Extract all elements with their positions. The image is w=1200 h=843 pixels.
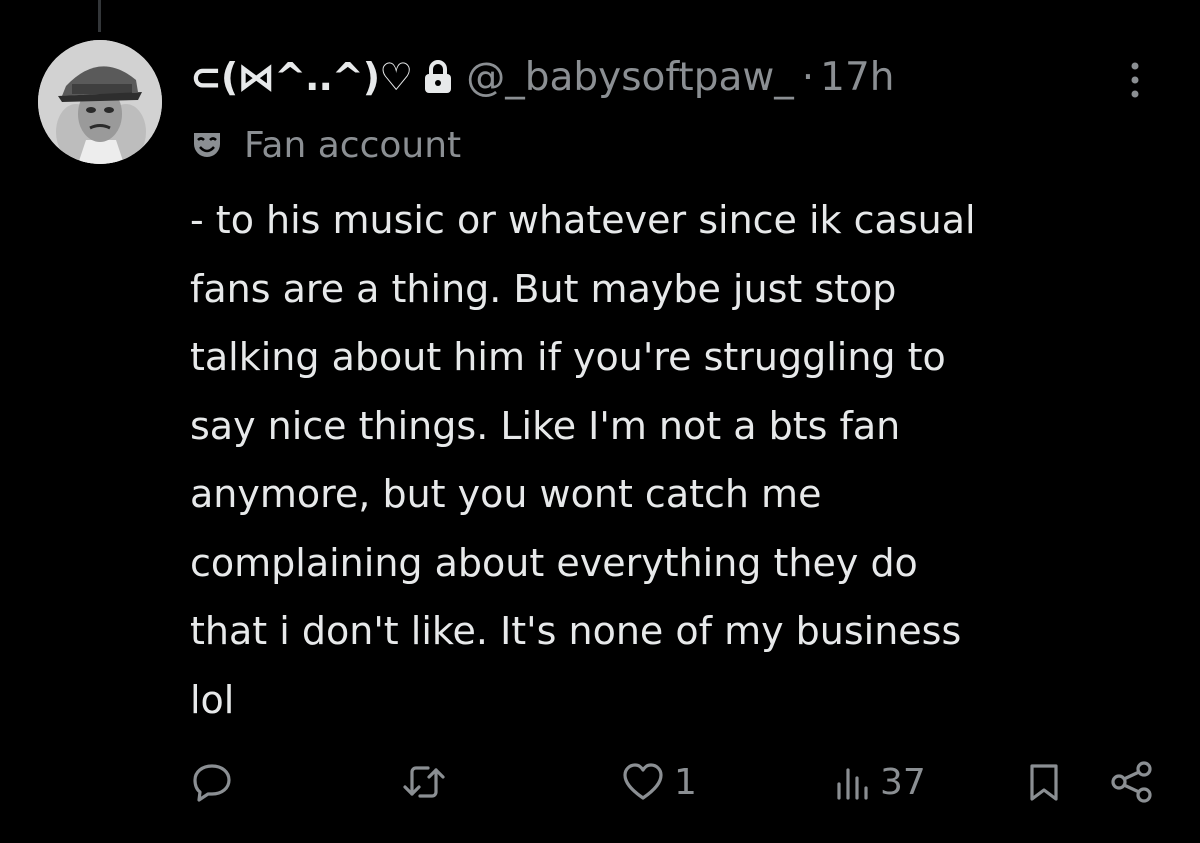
account-label: Fan account xyxy=(192,122,461,168)
bookmark-button[interactable] xyxy=(1026,752,1062,812)
avatar-photo xyxy=(38,40,162,164)
share-button[interactable] xyxy=(1108,752,1156,812)
lock-icon xyxy=(424,60,452,94)
repost-button[interactable] xyxy=(400,752,456,812)
account-label-text: Fan account xyxy=(244,124,462,166)
avatar[interactable] xyxy=(38,40,162,164)
more-icon[interactable] xyxy=(1123,58,1147,102)
timestamp[interactable]: 17h xyxy=(820,55,894,100)
like-button[interactable]: 1 xyxy=(620,752,697,812)
separator-dot: · xyxy=(801,54,815,100)
author-handle[interactable]: @_babysoftpaw_ xyxy=(466,55,794,100)
tweet-header: ⊂(⋈^..^)♡ @_babysoftpaw_ · 17h xyxy=(190,52,895,102)
display-name[interactable]: ⊂(⋈^..^)♡ xyxy=(190,55,413,99)
mask-icon xyxy=(192,130,222,160)
like-count: 1 xyxy=(674,761,697,803)
thread-connector-line xyxy=(98,0,101,32)
views-icon xyxy=(832,760,872,804)
tweet-text: - to his music or whatever since ik casu… xyxy=(190,198,976,722)
view-count: 37 xyxy=(880,761,926,803)
action-bar: 1 37 xyxy=(0,752,1200,812)
bookmark-icon xyxy=(1026,760,1062,804)
share-icon xyxy=(1108,760,1156,804)
heart-icon xyxy=(620,760,666,804)
views-button[interactable]: 37 xyxy=(832,752,926,812)
reply-button[interactable] xyxy=(190,752,242,812)
repost-icon xyxy=(400,760,448,804)
reply-icon xyxy=(190,760,234,804)
